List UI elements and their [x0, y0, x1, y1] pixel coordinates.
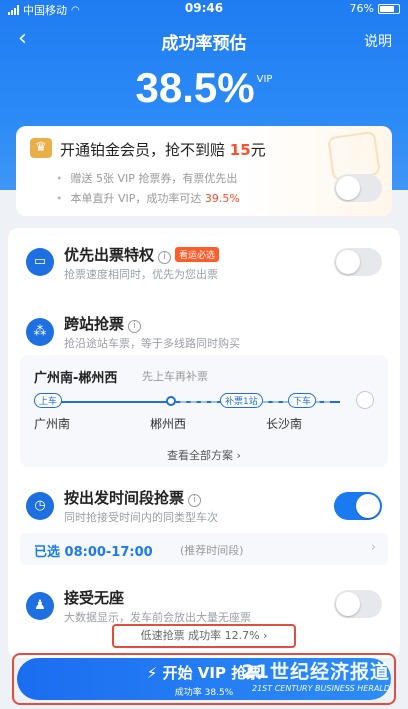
- low-speed-option[interactable]: 低速抢票 成功率 12.7% ›: [112, 624, 296, 648]
- station-start: 广州南: [34, 417, 71, 431]
- alight-label: 下车: [288, 393, 317, 408]
- route-radio[interactable]: [356, 391, 374, 409]
- station-dot: [166, 396, 176, 406]
- time-slot-desc: 同时抢接受时间内的同类型车次: [64, 511, 218, 524]
- station-mid: 郴州西: [150, 417, 187, 431]
- cross-station-title: 跨站抢票 i: [64, 313, 142, 334]
- vip-toggle[interactable]: [334, 174, 382, 202]
- standing-desc: 大数据显示，发车前会放出大量无座票: [64, 611, 251, 624]
- clock: 09:46: [184, 1, 224, 15]
- vip-compensation-amount: 15: [229, 141, 251, 159]
- clock-icon: ◷: [26, 492, 54, 520]
- selected-time-range: 已选 08:00-17:00: [34, 545, 153, 560]
- extend-label: 补票1站: [220, 393, 263, 408]
- person-icon: ♟: [26, 592, 54, 620]
- recommended-note: (推荐时间段): [180, 544, 244, 557]
- time-slot-toggle[interactable]: [334, 492, 382, 520]
- info-icon[interactable]: i: [128, 320, 142, 333]
- board-label: 上车: [34, 393, 63, 408]
- priority-desc: 抢票速度相同时，优先为您出票: [64, 268, 218, 281]
- vip-headline: 开通铂金会员，抢不到赔 15元: [60, 141, 266, 159]
- route-note: 先上车再补票: [142, 370, 208, 383]
- vip-badge: VIP: [256, 74, 273, 85]
- publisher-watermark: 21世纪经济报道 21ST CENTURY BUSINESS HERALD: [241, 661, 390, 693]
- vip-benefit-2: 本单直升 VIP，成功率可达 39.5%: [56, 190, 240, 206]
- nav-bar: ‹ 成功率预估 说明: [0, 22, 408, 58]
- time-slot-title: 按出发时间段抢票 i: [64, 487, 202, 508]
- battery-percent: 76%: [349, 2, 374, 15]
- standing-title: 接受无座: [64, 589, 125, 607]
- success-rate-value: 38.5%: [135, 64, 255, 111]
- page-title: 成功率预估: [161, 34, 247, 54]
- chevron-right-icon: ›: [370, 540, 376, 555]
- battery-icon: [378, 3, 400, 14]
- station-end: 长沙南: [266, 417, 303, 431]
- time-range-selector[interactable]: 已选 08:00-17:00 (推荐时间段) ›: [20, 533, 388, 565]
- vip-rate: 39.5%: [204, 192, 240, 205]
- ticket-icon: ▭: [26, 248, 54, 276]
- success-rate: 38.5% VIP: [0, 64, 408, 112]
- help-link[interactable]: 说明: [364, 31, 392, 51]
- route-option[interactable]: 广州南-郴州西 先上车再补票 上车 补票1站 下车 广州南 郴州西 长沙南 查看…: [20, 355, 388, 467]
- cross-station-desc: 抢沿途站车票，等于多线路同时购买: [64, 337, 240, 350]
- crown-icon: ♛: [30, 138, 52, 158]
- must-choose-badge: 看运必选: [175, 247, 220, 262]
- priority-title: 优先出票特权 i 看运必选: [64, 244, 220, 265]
- see-all-plans-link[interactable]: 查看全部方案 ›: [20, 447, 388, 463]
- standing-toggle[interactable]: [334, 590, 382, 618]
- vip-benefit-1: 赠送 5张 VIP 抢票券，有票优先出: [56, 170, 238, 186]
- route-name: 广州南-郴州西: [34, 371, 118, 386]
- info-icon[interactable]: i: [158, 251, 172, 264]
- status-bar: 中国移动 ◠ 09:46 76%: [0, 0, 408, 18]
- vip-upsell-card: ♛ 开通铂金会员，抢不到赔 15元 赠送 5张 VIP 抢票券，有票优先出 本单…: [16, 126, 392, 216]
- info-icon[interactable]: i: [188, 494, 202, 507]
- priority-toggle[interactable]: [334, 248, 382, 276]
- cross-station-icon: ⁂: [26, 318, 54, 346]
